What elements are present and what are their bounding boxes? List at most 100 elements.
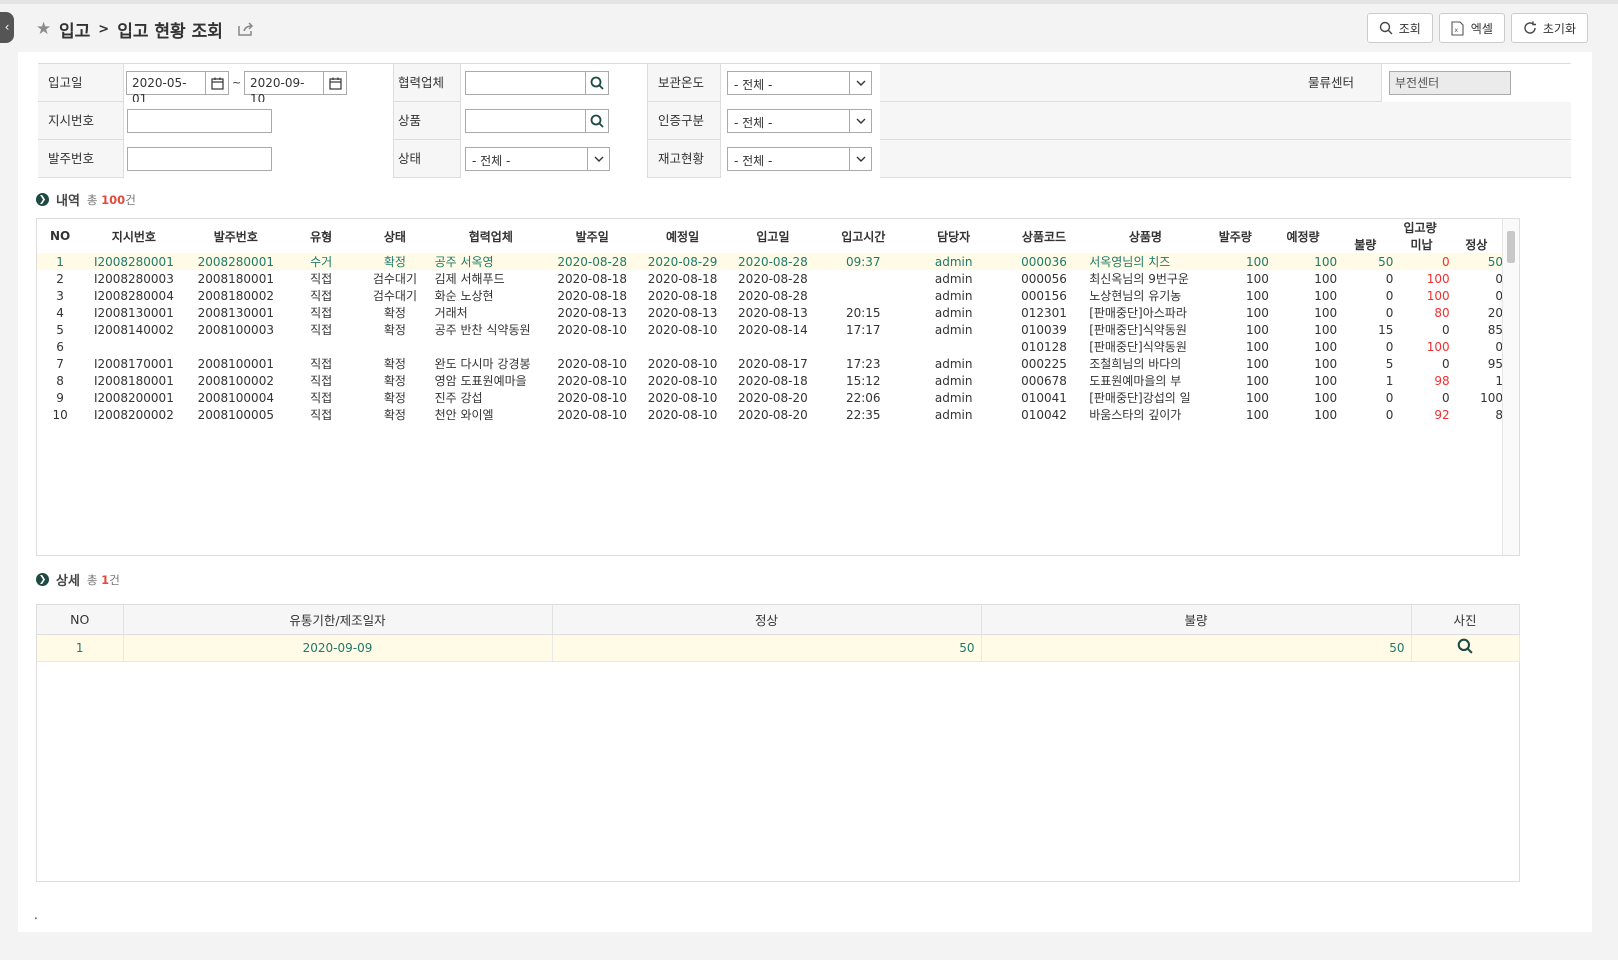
certification-select[interactable]: - 전체 -	[727, 109, 872, 133]
breadcrumb-parent: 입고	[59, 21, 91, 42]
col-defect[interactable]: 불량	[981, 605, 1412, 635]
table-row[interactable]: 1 2020-09-09 50 50	[37, 634, 1520, 662]
reset-button[interactable]: 초기화	[1510, 13, 1588, 43]
cell-normal: 95	[1487, 356, 1503, 371]
calendar-icon[interactable]	[205, 71, 229, 95]
table-row[interactable]: 4 I2008130001 2008130001 직접 확정 거래처 2020-08-13 2…	[37, 304, 1503, 321]
list-vertical-scrollbar[interactable]	[1502, 219, 1519, 555]
table-row[interactable]: 1 I2008280001 2008280001 수거 확정 공주 서옥영 2020-08-…	[37, 253, 1503, 270]
col-product-name[interactable]: 상품명	[1089, 219, 1201, 253]
product-input[interactable]	[465, 109, 586, 133]
cell-type: 직접	[310, 408, 333, 422]
cell-no: 9	[56, 390, 64, 405]
cell-order-date: 2020-08-10	[557, 356, 628, 371]
col-type[interactable]: 유형	[287, 219, 355, 253]
col-instruction-no[interactable]: 지시번호	[83, 219, 184, 253]
share-icon[interactable]	[237, 21, 255, 37]
footer-mark: .	[34, 908, 38, 922]
cell-order-no: 2008280001	[184, 253, 287, 270]
cell-order-date: 2020-08-10	[557, 373, 628, 388]
cell-instruction-no: I2008280003	[93, 271, 174, 286]
cell-receipt-date: 2020-08-20	[738, 407, 808, 422]
col-receipt-time[interactable]: 입고시간	[818, 219, 908, 253]
col-partner[interactable]: 협력업체	[435, 219, 547, 253]
receipt-date-label: 입고일	[48, 75, 83, 90]
col-planned-qty[interactable]: 예정량	[1269, 219, 1337, 253]
cell-planned-qty: 100	[1314, 271, 1338, 286]
cell-planned-date: 2020-08-18	[647, 271, 718, 286]
cell-manager: admin	[934, 305, 973, 320]
status-label: 상태	[398, 151, 422, 166]
instruction-no-input[interactable]	[127, 109, 272, 133]
cell-receipt-date: 2020-08-28	[738, 288, 808, 303]
col-planned-date[interactable]: 예정일	[637, 219, 727, 253]
cell-order-qty: 100	[1246, 390, 1269, 405]
product-search-icon[interactable]	[585, 109, 609, 133]
cell-order-date: 2020-08-10	[557, 407, 628, 422]
partner-input[interactable]	[465, 71, 586, 95]
table-row[interactable]: 9 I2008200001 2008100004 직접 확정 진주 강섭 2020-08-1…	[37, 389, 1503, 406]
list-section-header: ❯ 내역 총 100건	[36, 190, 136, 209]
cell-receipt-time: 09:37	[818, 253, 909, 270]
table-row[interactable]: 2 I2008280003 2008180001 직접 검수대기 김제 서해푸드 2020-…	[37, 270, 1503, 287]
stock-status-select[interactable]: - 전체 -	[727, 147, 872, 171]
favorite-star-icon[interactable]: ★	[36, 20, 53, 38]
status-select[interactable]: - 전체 -	[465, 147, 610, 171]
excel-button[interactable]: x 엑셀	[1438, 13, 1505, 43]
search-button-label: 조회	[1398, 21, 1421, 36]
sidebar-collapse-tab[interactable]: ‹	[0, 12, 14, 43]
cell-type: 직접	[310, 306, 333, 320]
search-button[interactable]: 조회	[1366, 13, 1433, 43]
order-no-input[interactable]	[127, 147, 272, 171]
cell-order-no: 2008100001	[197, 356, 274, 371]
scrollbar-thumb[interactable]	[1507, 231, 1515, 263]
table-row[interactable]: 6 010128 [판매중단]식약동원 100 100 0 100 0	[37, 338, 1503, 355]
col-no[interactable]: NO	[37, 219, 83, 253]
refresh-icon	[1524, 21, 1536, 34]
cell-receipt-time: 17:23	[845, 356, 881, 371]
cell-defect: 15	[1378, 322, 1394, 337]
col-missing[interactable]: 미납	[1393, 236, 1449, 253]
cell-partner: 영암 도표원예마을	[434, 374, 527, 388]
col-expiry[interactable]: 유통기한/제조일자	[123, 605, 553, 635]
date-from-input[interactable]: 2020-05-01	[126, 71, 206, 106]
cell-receipt-date: 2020-08-13	[738, 305, 808, 320]
cell-manager: admin	[934, 271, 973, 286]
col-order-date[interactable]: 발주일	[547, 219, 637, 253]
col-defect[interactable]: 불량	[1337, 236, 1393, 253]
cell-product-code: 012301	[1021, 305, 1067, 320]
col-no[interactable]: NO	[37, 605, 124, 635]
col-manager[interactable]: 담당자	[908, 219, 998, 253]
cell-order-date: 2020-08-28	[547, 253, 638, 270]
cell-order-date: 2020-08-18	[557, 288, 628, 303]
photo-search-icon[interactable]	[1457, 638, 1473, 654]
list-count: 총 100건	[86, 192, 136, 207]
col-receipt-date[interactable]: 입고일	[728, 219, 818, 253]
cell-partner: 김제 서해푸드	[434, 272, 505, 286]
col-status[interactable]: 상태	[355, 219, 434, 253]
storage-temp-select[interactable]: - 전체 -	[727, 71, 872, 95]
table-row[interactable]: 7 I2008170001 2008100001 직접 확정 완도 다시마 강경봉 2020…	[37, 355, 1503, 372]
col-order-qty[interactable]: 발주량	[1202, 219, 1269, 253]
table-row[interactable]: 10 I2008200002 2008100005 직접 확정 천안 와이엘 2020-08…	[37, 406, 1503, 423]
cell-receipt-time	[818, 270, 908, 287]
col-product-code[interactable]: 상품코드	[999, 219, 1089, 253]
partner-search-icon[interactable]	[585, 71, 609, 95]
col-normal[interactable]: 정상	[552, 605, 982, 635]
col-photo[interactable]: 사진	[1411, 605, 1520, 635]
date-to-input[interactable]: 2020-09-10	[244, 71, 324, 106]
cell-defect: 50	[1337, 253, 1394, 270]
cell-order-qty: 100	[1246, 339, 1269, 354]
col-normal[interactable]: 정상	[1450, 236, 1503, 253]
col-order-no[interactable]: 발주번호	[185, 219, 287, 253]
cell-type: 직접	[310, 272, 333, 286]
certification-value: - 전체 -	[734, 116, 773, 130]
cell-type: 직접	[310, 323, 333, 337]
storage-temp-label: 보관온도	[658, 75, 705, 90]
table-row[interactable]: 5 I2008140002 2008100003 직접 확정 공주 반찬 식약동원 2020…	[37, 321, 1503, 338]
table-row[interactable]: 8 I2008180001 2008100002 직접 확정 영암 도표원예마을 2020-…	[37, 372, 1503, 389]
cell-photo[interactable]	[1411, 634, 1520, 662]
cell-planned-qty: 100	[1314, 288, 1338, 303]
calendar-icon[interactable]	[323, 71, 347, 95]
table-row[interactable]: 3 I2008280004 2008180002 직접 검수대기 화순 노상현 2020-0…	[37, 287, 1503, 304]
